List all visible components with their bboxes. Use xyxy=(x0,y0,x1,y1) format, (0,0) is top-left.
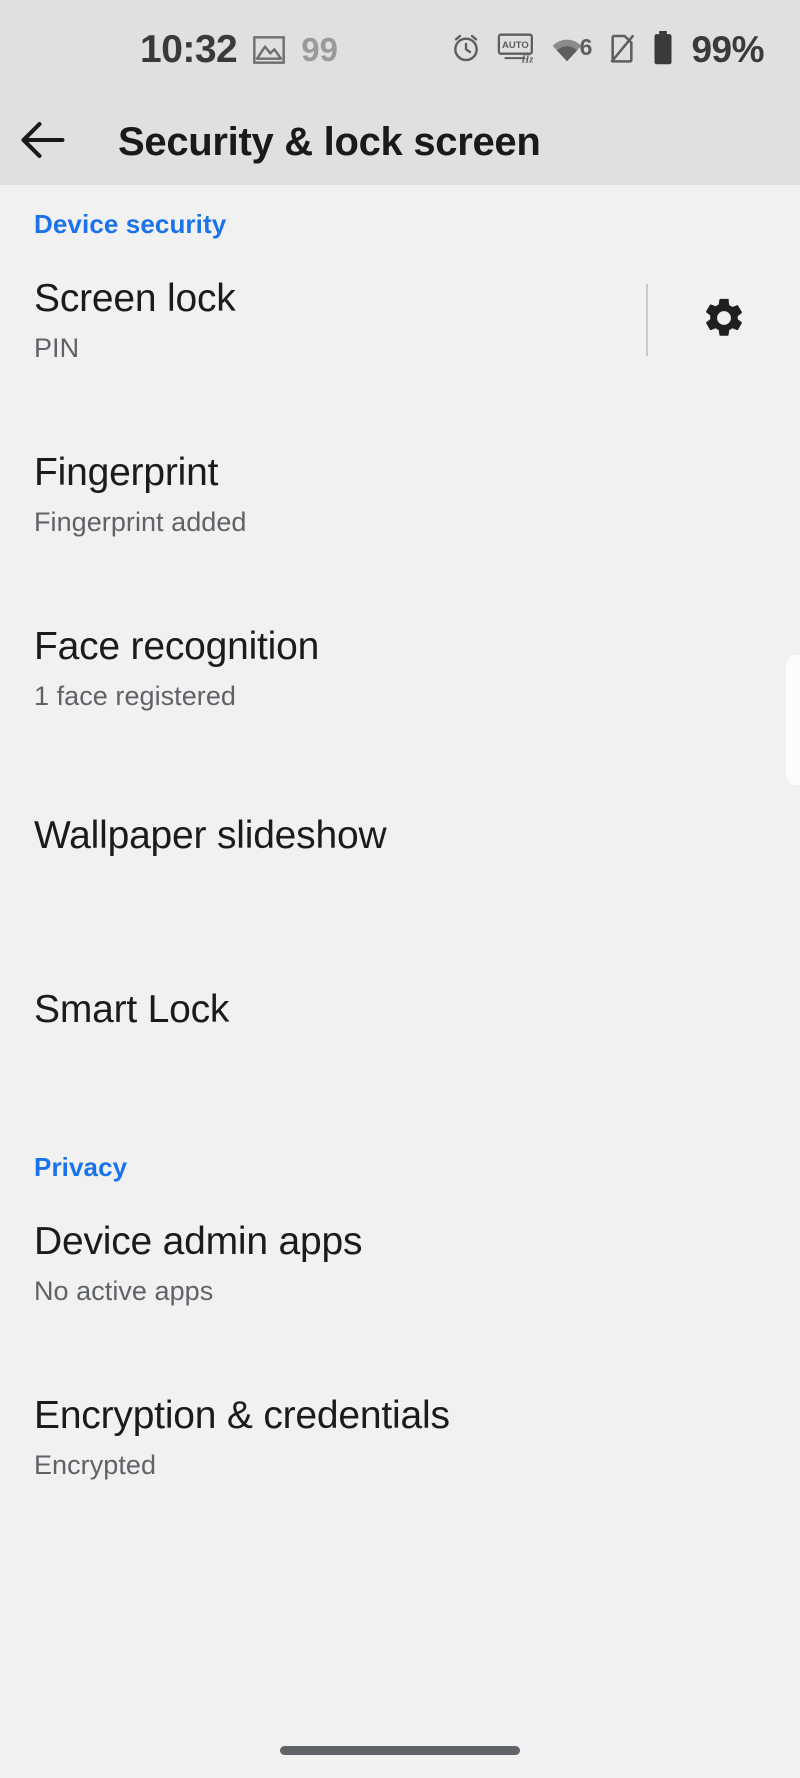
list-item-subtitle: 1 face registered xyxy=(34,681,236,712)
list-item-title: Fingerprint xyxy=(34,451,219,495)
list-item-fingerprint[interactable]: Fingerprint Fingerprint added xyxy=(0,432,800,556)
row-text-block: Face recognition 1 face registered xyxy=(34,606,800,730)
status-bar-left: 10:32 99 xyxy=(140,28,338,72)
app-bar: Security & lock screen xyxy=(0,100,800,185)
no-sim-icon xyxy=(607,32,637,69)
notification-count: 99 xyxy=(301,31,338,68)
wifi-icon: 6 xyxy=(550,34,593,66)
home-gesture-pill[interactable] xyxy=(280,1745,520,1755)
wifi-generation-label: 6 xyxy=(579,34,593,60)
list-item-subtitle: PIN xyxy=(34,333,80,364)
scrollbar-thumb[interactable] xyxy=(786,655,800,785)
screen-lock-settings-button[interactable] xyxy=(648,295,800,346)
list-item-title: Encryption & credentials xyxy=(34,1394,450,1438)
page-title: Security & lock screen xyxy=(118,120,541,164)
alarm-icon xyxy=(450,32,482,69)
battery-percent-label: 99% xyxy=(691,29,764,70)
gear-icon xyxy=(701,295,747,346)
row-text-block: Wallpaper slideshow xyxy=(34,795,800,877)
svg-text:Hz: Hz xyxy=(520,54,533,63)
row-text-block: Fingerprint Fingerprint added xyxy=(34,432,800,556)
row-text-block: Device admin apps No active apps xyxy=(34,1201,800,1325)
row-text-block: Screen lock PIN xyxy=(34,258,646,382)
row-widget-area xyxy=(646,284,800,356)
list-item-screen-lock[interactable]: Screen lock PIN xyxy=(0,258,800,382)
list-item-title: Smart Lock xyxy=(34,988,230,1032)
status-bar-right: AUTO Hz 6 99% xyxy=(450,29,764,71)
auto-hz-refresh-rate-icon: AUTO Hz xyxy=(497,32,535,69)
list-item-encryption-credentials[interactable]: Encryption & credentials Encrypted xyxy=(0,1375,800,1499)
list-item-title: Screen lock xyxy=(34,277,236,320)
status-bar: 10:32 99 AUTO Hz 6 99% xyxy=(0,0,800,100)
row-text-block: Smart Lock xyxy=(34,969,800,1051)
section-header-device-security: Device security xyxy=(34,209,227,239)
settings-list[interactable]: Device security Screen lock PIN Fingerpr… xyxy=(0,185,800,1778)
image-icon xyxy=(253,36,286,64)
back-arrow-icon xyxy=(20,120,66,165)
row-text-block: Encryption & credentials Encrypted xyxy=(34,1375,800,1499)
section-header-privacy: Privacy xyxy=(34,1152,128,1183)
battery-icon xyxy=(652,30,674,70)
list-item-title: Face recognition xyxy=(34,625,320,669)
list-item-subtitle: Fingerprint added xyxy=(34,507,247,538)
settings-screen: 10:32 99 AUTO Hz 6 99% Security & lock s… xyxy=(0,0,800,1778)
status-bar-clock: 10:32 xyxy=(140,28,238,71)
svg-text:AUTO: AUTO xyxy=(502,40,529,51)
list-item-smart-lock[interactable]: Smart Lock xyxy=(0,954,800,1066)
back-button[interactable] xyxy=(0,100,86,185)
list-item-title: Device admin apps xyxy=(34,1220,363,1264)
list-item-subtitle: Encrypted xyxy=(34,1450,157,1481)
list-item-wallpaper-slideshow[interactable]: Wallpaper slideshow xyxy=(0,780,800,892)
list-item-subtitle: No active apps xyxy=(34,1276,214,1307)
navigation-bar xyxy=(0,1722,800,1778)
list-item-face-recognition[interactable]: Face recognition 1 face registered xyxy=(0,606,800,730)
list-item-device-admin-apps[interactable]: Device admin apps No active apps xyxy=(0,1201,800,1325)
list-item-title: Wallpaper slideshow xyxy=(34,814,387,858)
